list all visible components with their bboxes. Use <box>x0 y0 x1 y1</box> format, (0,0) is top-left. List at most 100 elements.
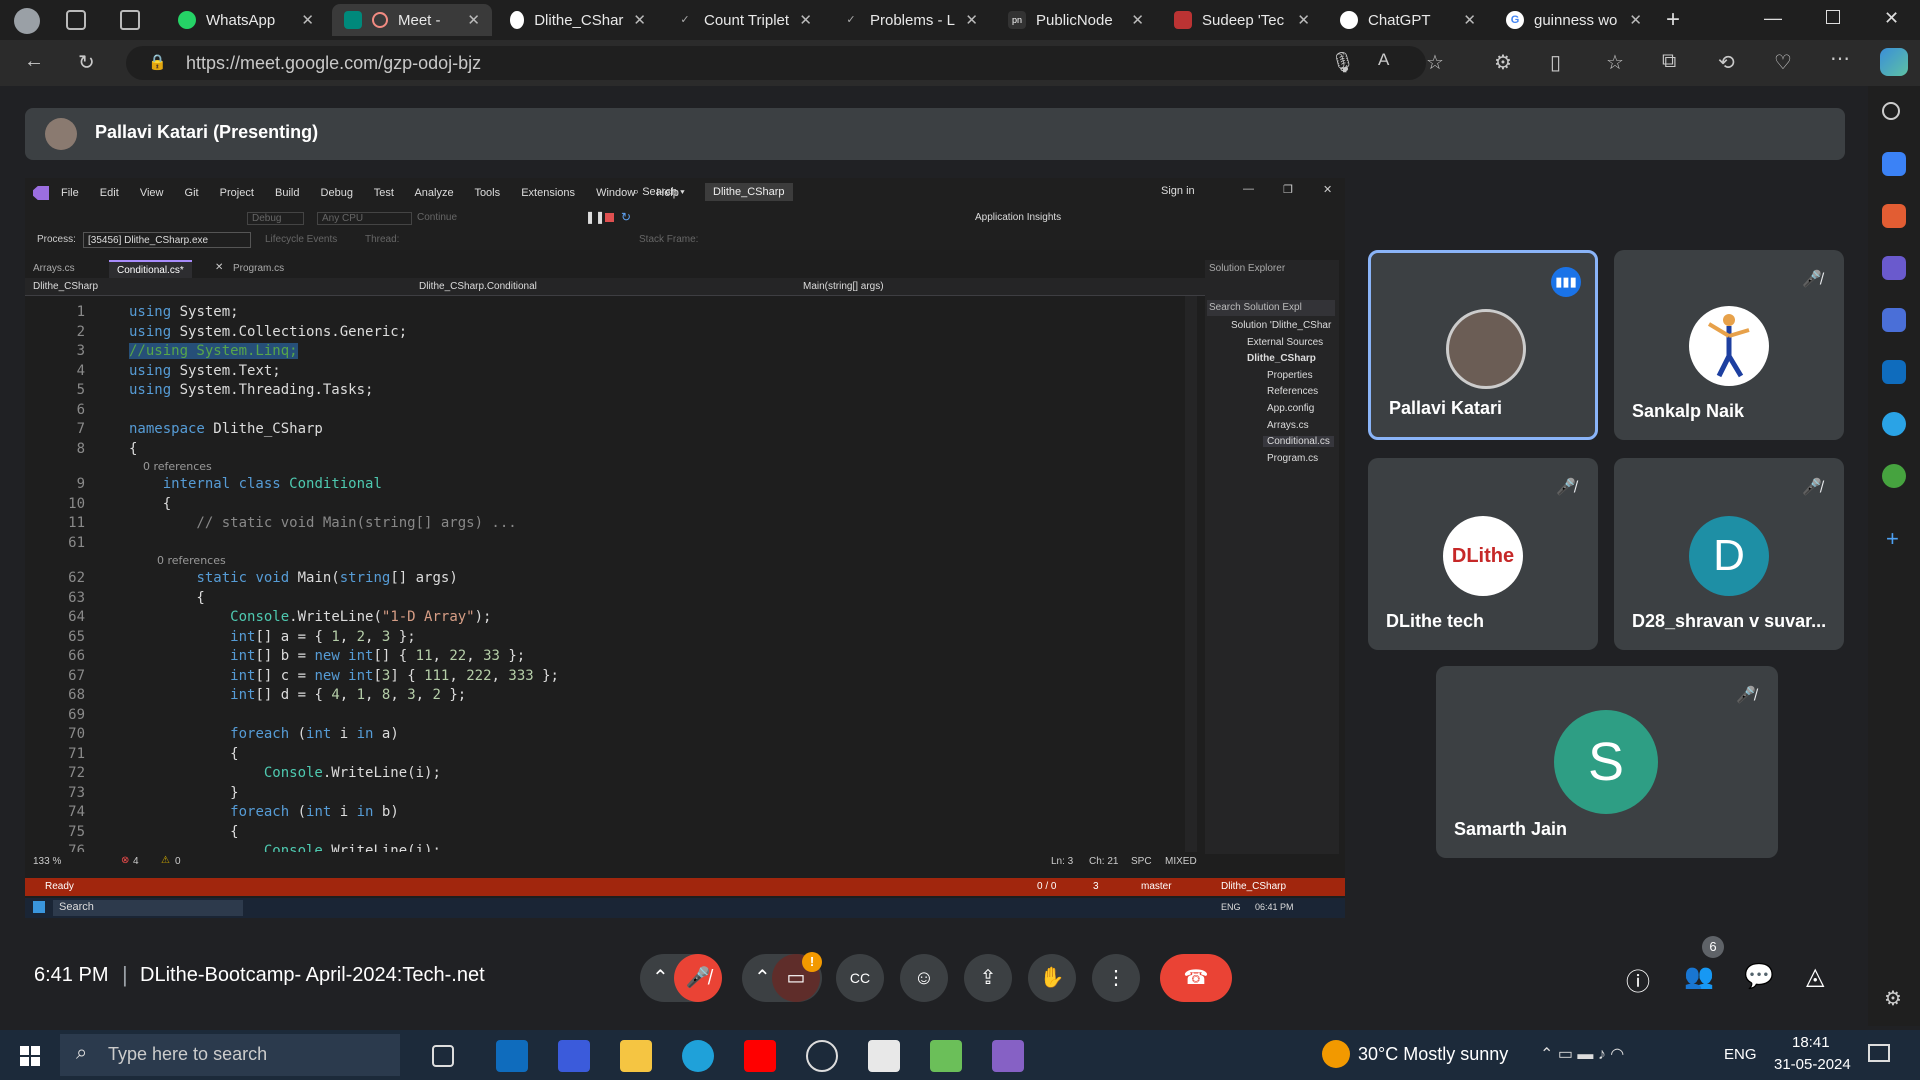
leave-call-button[interactable]: ☎ <box>1160 954 1232 1002</box>
participant-tile[interactable]: 🎤̸ DLithe DLithe tech <box>1368 458 1598 650</box>
menu-git[interactable]: Git <box>185 187 199 199</box>
profile-avatar[interactable] <box>14 8 40 34</box>
minimize-icon[interactable]: — <box>1764 8 1782 29</box>
menu-project[interactable]: Project <box>220 187 254 199</box>
captions-button[interactable]: CC <box>836 954 884 1002</box>
restore-icon[interactable] <box>1826 10 1840 24</box>
raise-hand-button[interactable]: ✋ <box>1028 954 1076 1002</box>
read-aloud-icon[interactable]: A <box>1378 50 1389 70</box>
vs-minimize-icon[interactable]: — <box>1243 183 1254 195</box>
browser-essentials-icon[interactable]: ♡ <box>1774 50 1792 75</box>
copilot-icon[interactable] <box>1880 48 1908 76</box>
telegram-icon[interactable] <box>1882 412 1906 436</box>
close-icon[interactable]: ✕ <box>301 11 314 29</box>
lifecycle-events[interactable]: Lifecycle Events <box>265 234 337 245</box>
tab-meet[interactable]: Meet - ✕ <box>332 4 492 36</box>
menu-edit[interactable]: Edit <box>100 187 119 199</box>
start-icon[interactable] <box>20 1046 40 1066</box>
task-view-icon[interactable] <box>432 1045 454 1067</box>
close-icon[interactable]: ✕ <box>1629 11 1642 29</box>
solution-search-input[interactable]: Search Solution Expl <box>1207 300 1335 316</box>
zoom-level[interactable]: 133 % <box>33 856 61 867</box>
git-repo[interactable]: Dlithe_CSharp <box>1221 881 1286 892</box>
chat-icon[interactable]: 💬 <box>1744 962 1774 991</box>
tab-chatgpt[interactable]: ChatGPT ✕ <box>1328 4 1488 36</box>
solution-item[interactable]: Dlithe_CSharp <box>1247 353 1316 364</box>
tree-icon[interactable] <box>1882 464 1906 488</box>
youtube-icon[interactable] <box>744 1040 776 1072</box>
new-tab-icon[interactable]: + <box>1666 6 1680 34</box>
close-icon[interactable]: ✕ <box>1131 11 1144 29</box>
solution-item[interactable]: App.config <box>1267 403 1314 414</box>
close-icon[interactable]: ✕ <box>215 262 223 273</box>
more-menu-icon[interactable]: ⋯ <box>1830 46 1850 71</box>
solution-item[interactable]: Solution 'Dlithe_CShar <box>1231 320 1331 331</box>
debug-config-dropdown[interactable]: Debug <box>247 212 305 225</box>
outlook-icon[interactable] <box>1882 360 1906 384</box>
store-icon[interactable] <box>868 1040 900 1072</box>
nav-project-dropdown[interactable]: Dlithe_CSharp <box>33 281 413 292</box>
participant-tile[interactable]: 🎤̸ D D28_shravan v suvar... <box>1614 458 1844 650</box>
settings-icon[interactable]: ⚙ <box>1884 986 1902 1011</box>
media-player-icon[interactable] <box>806 1040 838 1072</box>
taskbar-search[interactable]: ⌕ Type here to search <box>60 1034 400 1076</box>
close-icon[interactable]: ✕ <box>633 11 646 29</box>
doc-tab-arrays[interactable]: Arrays.cs <box>33 263 75 274</box>
close-icon[interactable]: ✕ <box>1297 11 1310 29</box>
tab-publicnode[interactable]: pn PublicNode ✕ <box>996 4 1156 36</box>
solution-item[interactable]: Properties <box>1267 370 1313 381</box>
tab-problems[interactable]: ✓ Problems - L ✕ <box>830 4 990 36</box>
menu-tools[interactable]: Tools <box>474 187 500 199</box>
solution-item[interactable]: Program.cs <box>1267 453 1318 464</box>
menu-extensions[interactable]: Extensions <box>521 187 575 199</box>
menu-file[interactable]: File <box>61 187 79 199</box>
menu-view[interactable]: View <box>140 187 164 199</box>
menu-test[interactable]: Test <box>374 187 394 199</box>
url-field[interactable]: 🔒 https://meet.google.com/gzp-odoj-bjz <box>126 46 1426 80</box>
platform-dropdown[interactable]: Any CPU <box>317 212 413 225</box>
search-icon[interactable] <box>1882 102 1900 120</box>
pencil-count[interactable]: 3 <box>1093 881 1099 892</box>
vs-search[interactable]: ⌕ Search ▾ <box>633 186 685 199</box>
inner-start-icon[interactable] <box>33 901 45 913</box>
people-icon[interactable]: 👥 <box>1684 962 1714 991</box>
split-screen-icon[interactable]: ▯ <box>1550 50 1561 75</box>
stop-icon[interactable] <box>605 213 614 222</box>
sign-in-link[interactable]: Sign in <box>1161 185 1195 197</box>
menu-debug[interactable]: Debug <box>321 187 353 199</box>
favorites-icon[interactable]: ☆ <box>1606 50 1624 75</box>
shopping-icon[interactable] <box>1882 152 1906 176</box>
app-icon[interactable] <box>558 1040 590 1072</box>
continue-button[interactable]: Continue <box>417 212 457 223</box>
microphone-icon[interactable]: 🎙 <box>1330 50 1355 75</box>
favorite-star-icon[interactable]: ☆ <box>1426 50 1444 75</box>
nav-class-dropdown[interactable]: Dlithe_CSharp.Conditional <box>419 281 799 292</box>
doc-tab-conditional[interactable]: Conditional.cs* <box>109 260 192 278</box>
present-button[interactable]: ⇪ <box>964 954 1012 1002</box>
workspaces-icon[interactable] <box>66 10 86 30</box>
back-icon[interactable]: ← <box>24 50 44 73</box>
weather-text[interactable]: 30°C Mostly sunny <box>1358 1044 1508 1065</box>
solution-item[interactable]: References <box>1267 386 1318 397</box>
close-window-icon[interactable]: ✕ <box>1884 8 1899 29</box>
editor-scrollbar[interactable] <box>1185 296 1197 852</box>
more-options-button[interactable]: ⋮ <box>1092 954 1140 1002</box>
mic-toggle-button[interactable]: 🎤̸ <box>674 954 722 1002</box>
participant-tile[interactable]: ▮▮▮ Pallavi Katari <box>1368 250 1598 440</box>
file-explorer-icon[interactable] <box>620 1040 652 1072</box>
doc-tab-program[interactable]: Program.cs <box>233 263 284 274</box>
pause-icon[interactable]: ❚❚ <box>585 210 605 224</box>
nav-member-dropdown[interactable]: Main(string[] args) <box>803 281 1183 292</box>
vs-restore-icon[interactable]: ❐ <box>1283 183 1293 196</box>
games-icon[interactable] <box>1882 256 1906 280</box>
solution-item[interactable]: External Sources <box>1247 337 1323 348</box>
m365-icon[interactable] <box>1882 308 1906 332</box>
add-sidebar-icon[interactable]: + <box>1886 526 1899 552</box>
tab-google[interactable]: G guinness wo ✕ <box>1494 4 1654 36</box>
menu-window[interactable]: Window <box>596 187 635 199</box>
restart-icon[interactable]: ↻ <box>621 210 631 224</box>
history-icon[interactable]: ⟲ <box>1718 50 1735 75</box>
participant-tile[interactable]: 🎤̸ S Samarth Jain <box>1436 666 1778 858</box>
extensions-icon[interactable]: ⚙ <box>1494 50 1512 75</box>
vs-close-icon[interactable]: ✕ <box>1323 183 1332 196</box>
